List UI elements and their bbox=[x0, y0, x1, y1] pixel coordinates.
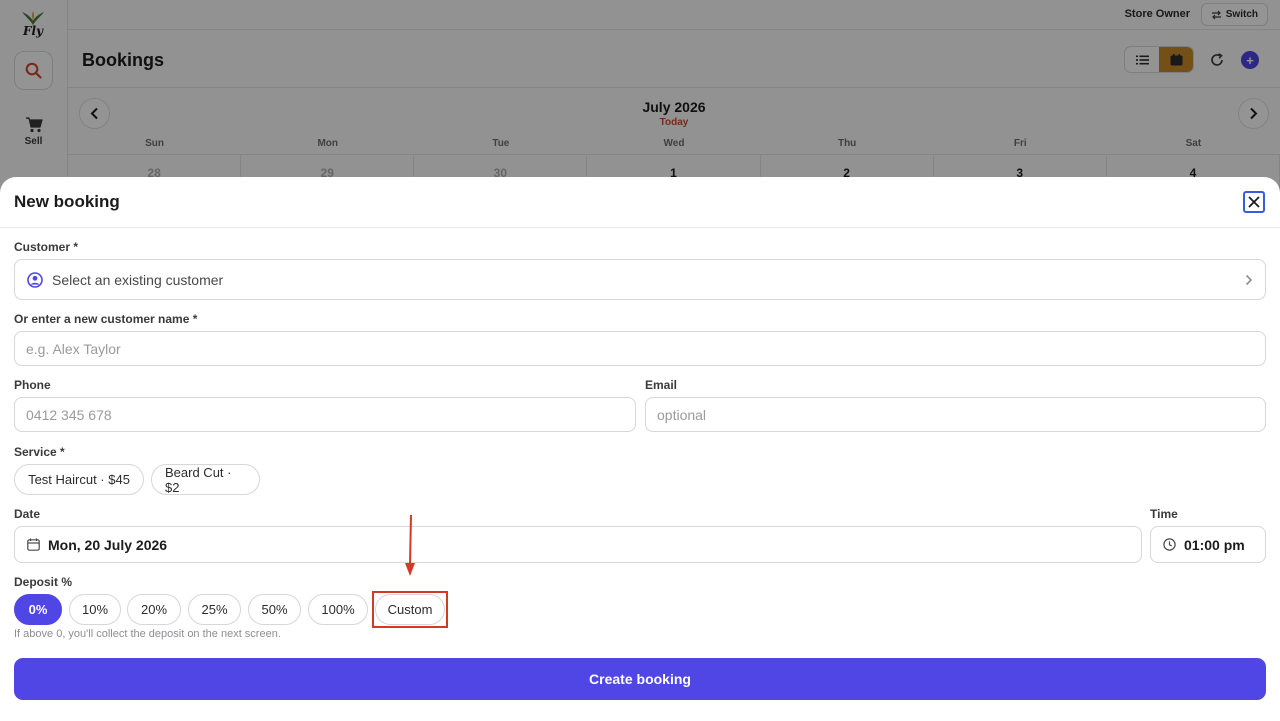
customer-select-text: Select an existing customer bbox=[52, 271, 224, 288]
deposit-option[interactable]: 10% bbox=[69, 594, 121, 625]
service-label: Service * bbox=[14, 445, 65, 459]
user-circle-icon bbox=[27, 271, 43, 288]
date-value: Mon, 20 July 2026 bbox=[48, 536, 168, 553]
close-icon bbox=[1248, 196, 1260, 208]
deposit-option[interactable]: 25% bbox=[188, 594, 241, 625]
deposit-label: Deposit % bbox=[14, 575, 73, 589]
close-button[interactable] bbox=[1243, 191, 1265, 213]
phone-input[interactable] bbox=[14, 397, 636, 432]
deposit-hint: If above 0, you'll collect the deposit o… bbox=[14, 628, 281, 640]
time-label: Time bbox=[1150, 507, 1178, 521]
modal-header: New booking bbox=[0, 177, 1280, 228]
new-booking-modal: New booking Customer * Select an existin… bbox=[0, 177, 1280, 721]
create-booking-button[interactable]: Create booking bbox=[14, 658, 1266, 700]
customer-label: Customer * bbox=[14, 240, 79, 254]
phone-label: Phone bbox=[14, 378, 51, 392]
modal-title: New booking bbox=[14, 192, 120, 211]
deposit-option-selected[interactable]: 0% bbox=[14, 594, 62, 625]
new-customer-label: Or enter a new customer name * bbox=[14, 312, 198, 326]
date-picker[interactable]: Mon, 20 July 2026 bbox=[14, 526, 1142, 563]
deposit-option[interactable]: 50% bbox=[248, 594, 301, 625]
date-label: Date bbox=[14, 507, 41, 521]
service-option[interactable]: Beard Cut · $2 bbox=[151, 464, 260, 495]
annotation-highlight-box bbox=[372, 591, 448, 628]
email-label: Email bbox=[645, 378, 678, 392]
chevron-right-icon bbox=[1245, 274, 1253, 285]
customer-select[interactable]: Select an existing customer bbox=[14, 259, 1266, 300]
time-picker[interactable]: 01:00 pm bbox=[1150, 526, 1266, 563]
calendar-icon bbox=[27, 538, 40, 551]
service-option[interactable]: Test Haircut · $45 bbox=[14, 464, 144, 495]
email-input[interactable] bbox=[645, 397, 1266, 432]
deposit-option[interactable]: 100% bbox=[308, 594, 368, 625]
time-value: 01:00 pm bbox=[1184, 536, 1245, 553]
annotation-arrow bbox=[405, 515, 415, 576]
new-customer-name-input[interactable] bbox=[14, 331, 1266, 366]
clock-icon bbox=[1163, 538, 1176, 551]
deposit-option[interactable]: 20% bbox=[127, 594, 181, 625]
